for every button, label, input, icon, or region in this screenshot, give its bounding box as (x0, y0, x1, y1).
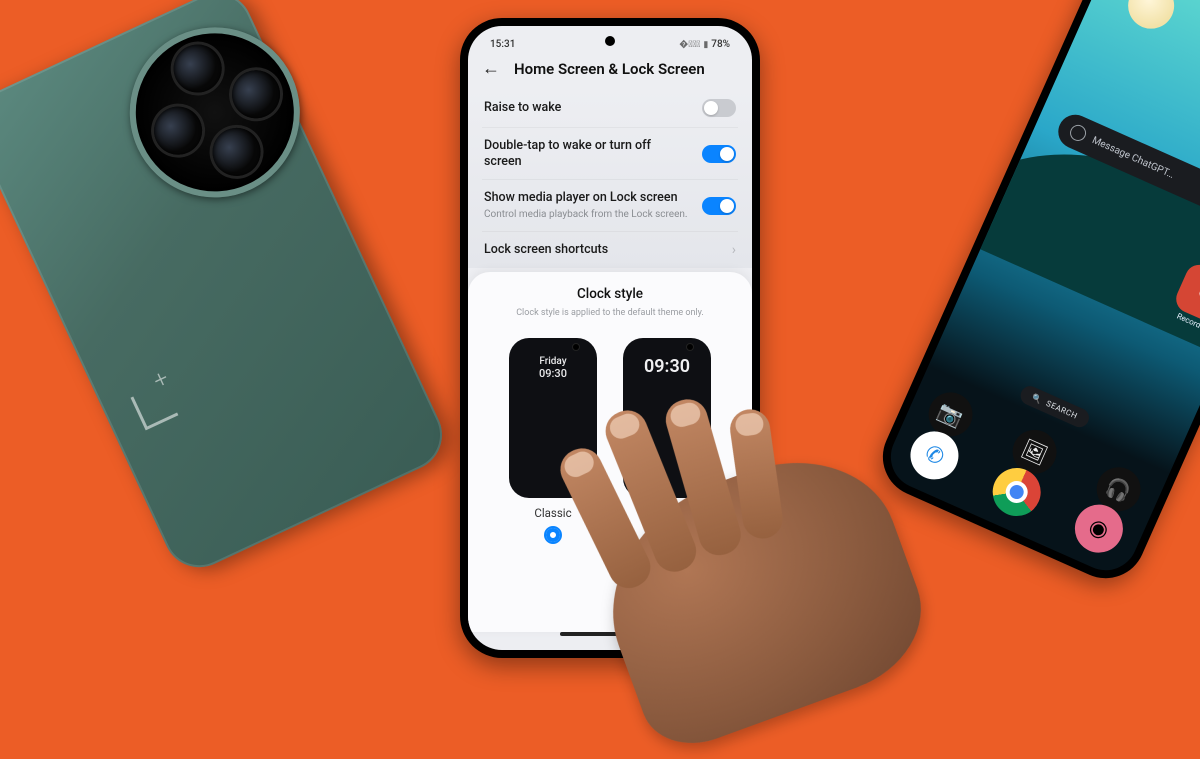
user-hand (578, 431, 942, 759)
battery-percent: 78% (711, 39, 730, 50)
toggle-media-player[interactable] (702, 197, 736, 215)
wallpaper-moon (1121, 0, 1182, 36)
toggle-double-tap[interactable] (702, 145, 736, 163)
chevron-right-icon: › (732, 242, 736, 258)
preview-time: 09:30 (539, 367, 567, 380)
setting-double-tap[interactable]: Double-tap to wake or turn off screen (482, 127, 738, 179)
oneplus-logo-icon (131, 383, 179, 431)
oneplus-phone-back (0, 0, 454, 579)
setting-label: Lock screen shortcuts (484, 242, 608, 258)
home-screen: 𓃰 ⊞Google 🗂My Files ☁Weather ⏺Recorder M… (881, 0, 1200, 580)
setting-label: Double-tap to wake or turn off screen (484, 138, 690, 169)
page-title: Home Screen & Lock Screen (514, 60, 705, 78)
setting-lock-shortcuts[interactable]: Lock screen shortcuts › (482, 231, 738, 268)
style-name: Classic (534, 506, 571, 520)
camera-lens (205, 120, 269, 184)
settings-list: Raise to wake Double-tap to wake or turn… (468, 89, 752, 268)
sheet-title: Clock style (577, 286, 643, 302)
radio-classic[interactable] (546, 528, 560, 542)
toggle-raise-to-wake[interactable] (702, 99, 736, 117)
camera-lens (166, 37, 230, 101)
search-icon: 🔍 (1031, 393, 1044, 405)
setting-media-player[interactable]: Show media player on Lock screen Control… (482, 179, 738, 231)
back-button[interactable]: ← (482, 58, 500, 79)
title-bar: ← Home Screen & Lock Screen (468, 52, 752, 89)
punch-hole-camera (605, 36, 615, 46)
setting-label: Raise to wake (484, 100, 561, 116)
sheet-subtitle: Clock style is applied to the default th… (516, 308, 704, 318)
preview-time: 09:30 (644, 356, 690, 377)
camera-lens (146, 99, 210, 163)
setting-raise-to-wake[interactable]: Raise to wake (482, 89, 738, 127)
wallpaper-deer-icon: 𓃰 (1189, 21, 1200, 149)
right-phone: 𓃰 ⊞Google 🗂My Files ☁Weather ⏺Recorder M… (870, 0, 1200, 591)
search-button[interactable]: 🔍 SEARCH (1018, 383, 1092, 430)
signal-icon: ▮ (703, 40, 708, 50)
search-label: SEARCH (1045, 399, 1079, 421)
status-time: 15:31 (490, 39, 515, 50)
wifi-icon: �ােি (679, 40, 700, 50)
preview-notch (573, 344, 579, 350)
preview-day: Friday (539, 356, 566, 367)
camera-lens (224, 62, 288, 126)
setting-label: Show media player on Lock screen (484, 190, 688, 206)
setting-desc: Control media playback from the Lock scr… (484, 208, 688, 221)
preview-notch (687, 344, 693, 350)
chatgpt-icon (1067, 122, 1088, 143)
camera-module (102, 0, 328, 225)
